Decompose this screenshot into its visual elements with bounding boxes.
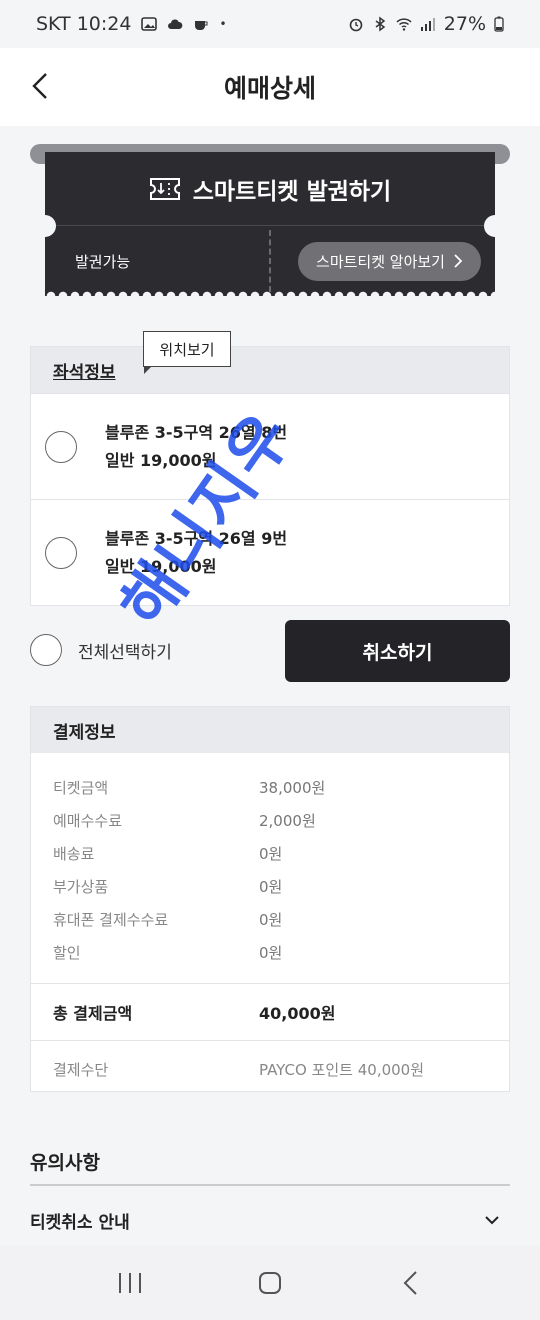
signal-icon bbox=[420, 18, 435, 31]
seat-info-header: 좌석정보 bbox=[31, 347, 509, 393]
issue-smart-ticket-label: 스마트티켓 발권하기 bbox=[192, 178, 392, 205]
recent-apps-icon bbox=[119, 1273, 141, 1293]
issue-smart-ticket-button[interactable]: 스마트티켓 발권하기 bbox=[45, 152, 495, 226]
cancel-guide-label: 티켓취소 안내 bbox=[30, 1212, 130, 1233]
total-value: 40,000원 bbox=[259, 1004, 336, 1023]
home-icon bbox=[259, 1272, 281, 1294]
payment-label: 휴대폰 결제수수료 bbox=[53, 911, 169, 929]
alarm-icon bbox=[349, 18, 363, 32]
ticket-notch-left bbox=[34, 215, 56, 237]
chevron-right-icon bbox=[454, 254, 463, 268]
system-back-button[interactable] bbox=[385, 1258, 435, 1308]
chevron-left-icon bbox=[32, 73, 47, 99]
smart-ticket-info-label: 스마트티켓 알아보기 bbox=[316, 252, 445, 271]
cancel-guide-accordion[interactable]: 티켓취소 안내 bbox=[30, 1200, 510, 1240]
payment-method-row: 결제수단 PAYCO 포인트 40,000원 bbox=[31, 1041, 509, 1097]
payment-row: 할인 0원 bbox=[53, 936, 487, 969]
notes-title: 유의사항 bbox=[30, 1152, 100, 1174]
view-location-tooltip[interactable]: 위치보기 bbox=[143, 331, 231, 374]
payment-info-title: 결제정보 bbox=[31, 707, 509, 753]
payment-method-value: PAYCO 포인트 40,000원 bbox=[259, 1060, 425, 1079]
seat-radio[interactable] bbox=[45, 430, 77, 463]
dot-icon: • bbox=[219, 17, 227, 31]
payment-row: 부가상품 0원 bbox=[53, 870, 487, 903]
payment-label: 예매수수료 bbox=[53, 812, 123, 830]
payment-method-label: 결제수단 bbox=[53, 1060, 109, 1079]
battery-percent: 27% bbox=[443, 13, 486, 35]
ticket-download-icon bbox=[149, 177, 180, 200]
select-all-radio[interactable] bbox=[30, 634, 62, 666]
chevron-down-icon bbox=[485, 1216, 499, 1225]
payment-value: 38,000원 bbox=[259, 779, 326, 797]
bluetooth-icon bbox=[375, 16, 386, 32]
back-button[interactable] bbox=[22, 68, 58, 104]
payment-label: 부가상품 bbox=[53, 878, 109, 896]
recent-apps-button[interactable] bbox=[105, 1258, 155, 1308]
app-header: 예매상세 bbox=[0, 48, 540, 126]
smart-ticket-info-button[interactable]: 스마트티켓 알아보기 bbox=[298, 241, 481, 281]
notes-divider bbox=[30, 1184, 510, 1186]
ticket-notch-right bbox=[484, 215, 506, 237]
home-button[interactable] bbox=[245, 1258, 295, 1308]
payment-row: 티켓금액 38,000원 bbox=[53, 771, 487, 804]
payment-value: 0원 bbox=[259, 878, 283, 896]
total-label: 총 결제금액 bbox=[53, 1004, 133, 1023]
system-nav-bar bbox=[0, 1246, 540, 1320]
payment-row: 예매수수료 2,000원 bbox=[53, 804, 487, 837]
seat-price: 일반 19,000원 bbox=[105, 450, 217, 470]
ticket-status: 발권가능 bbox=[75, 252, 131, 271]
payment-row: 휴대폰 결제수수료 0원 bbox=[53, 903, 487, 936]
ticket-divider bbox=[269, 230, 271, 292]
total-row: 총 결제금액 40,000원 bbox=[31, 984, 509, 1040]
seat-radio[interactable] bbox=[45, 536, 77, 569]
seat-info-card: 좌석정보 블루존 3-5구역 26열 8번 일반 19,000원 블루존 3-5… bbox=[30, 346, 510, 606]
smart-ticket-card: 스마트티켓 발권하기 발권가능 스마트티켓 알아보기 bbox=[34, 152, 506, 302]
payment-value: 0원 bbox=[259, 944, 283, 962]
seat-row[interactable]: 블루존 3-5구역 26열 9번 일반 19,000원 bbox=[31, 499, 509, 605]
carrier-time: SKT 10:24 bbox=[36, 13, 132, 35]
gallery-icon bbox=[141, 17, 158, 31]
payment-value: 0원 bbox=[259, 911, 283, 929]
payment-label: 티켓금액 bbox=[53, 779, 109, 797]
payment-value: 2,000원 bbox=[259, 812, 316, 830]
ticket-scallop-edge bbox=[45, 290, 495, 302]
seat-location: 블루존 3-5구역 26열 9번 bbox=[105, 528, 288, 548]
status-bar: SKT 10:24 • 27% bbox=[0, 0, 540, 48]
select-all-label: 전체선택하기 bbox=[78, 642, 172, 663]
back-chevron-icon bbox=[403, 1271, 417, 1295]
battery-icon bbox=[494, 16, 504, 32]
payment-row: 배송료 0원 bbox=[53, 837, 487, 870]
seat-location: 블루존 3-5구역 26열 8번 bbox=[105, 422, 288, 442]
select-all-toggle[interactable]: 전체선택하기 bbox=[30, 634, 172, 666]
payment-info-card: 결제정보 티켓금액 38,000원 예매수수료 2,000원 배송료 0원 부가상품 0… bbox=[30, 706, 510, 1092]
seat-info-title: 좌석정보 bbox=[53, 362, 116, 383]
seat-row[interactable]: 블루존 3-5구역 26열 8번 일반 19,000원 bbox=[31, 393, 509, 499]
wifi-icon bbox=[396, 18, 412, 31]
payment-label: 할인 bbox=[53, 944, 81, 962]
cloud-icon bbox=[168, 19, 183, 29]
cup-icon bbox=[195, 21, 208, 30]
cancel-button[interactable]: 취소하기 bbox=[285, 620, 510, 682]
payment-label: 배송료 bbox=[53, 845, 95, 863]
page-title: 예매상세 bbox=[223, 74, 316, 103]
payment-value: 0원 bbox=[259, 845, 283, 863]
seat-price: 일반 19,000원 bbox=[105, 556, 217, 576]
